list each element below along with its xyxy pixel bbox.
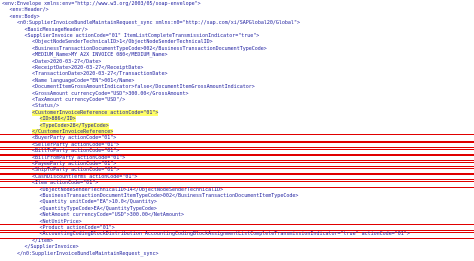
xml-line-text: <QuantityTypeCode>EA</QuantityTypeCode> — [39, 205, 157, 212]
xml-line-text: <env:Body> — [9, 13, 40, 20]
xml-line-text: <BuyerParty actionCode="01"> — [32, 135, 117, 142]
xml-viewer: <env:Envelope xmlns:env="http://www.w3.o… — [0, 0, 474, 261]
xml-line-text: <ObjectNodeSenderTechnicalID>1</ObjectNo… — [32, 39, 213, 46]
xml-line-text: <PayeeParty actionCode="01"> — [32, 161, 117, 167]
xml-line-text: <env:Envelope xmlns:env="http://www.w3.o… — [2, 1, 201, 7]
xml-line-text: </CustomerInvoiceReference> — [32, 129, 114, 135]
xml-line-text: <NetAmount currencyCode="USD">300.00</Ne… — [39, 212, 185, 219]
xml-line-text: <Date>2020-03-27</Date> — [32, 58, 102, 65]
xml-line-text: </SupplierInvoice> — [24, 244, 79, 251]
xml-line-text: <ReceiptDate>2020-03-27</ReceiptDate> — [32, 65, 144, 71]
xml-line-text: <TypeCode>28</TypeCode> — [39, 122, 109, 129]
xml-line-text: <env:Header/> — [9, 7, 49, 14]
xml-line-text: <AccountingCodingBlockDistribution Accou… — [39, 231, 410, 238]
xml-line-text: <TaxAmount currencyCode="USD"/> — [32, 97, 126, 103]
xml-line-text: <SupplierInvoice actionCode="01" ItemLis… — [24, 33, 260, 39]
xml-line-text: <n0:SupplierInvoiceBundleMaintainRequest… — [17, 20, 300, 27]
xml-line-text: <MEDIUM_Name>MY A2X INVOICE 080</MEDIUM_… — [32, 52, 168, 59]
xml-line-text: <BusinessTransactionDocumentTypeCode>002… — [32, 45, 267, 52]
xml-line-text: <ID>886</ID> — [39, 116, 76, 123]
xml-line-text: <BillFromParty actionCode="01"> — [32, 154, 126, 161]
xml-line-text: <BillToParty actionCode="01"> — [32, 148, 120, 155]
xml-line-text: <Name languageCode="EN">001</Name> — [32, 77, 135, 84]
xml-line-text: <Status/> — [32, 103, 60, 110]
xml-line: </n0:SupplierInvoiceBundleMaintainReques… — [0, 251, 474, 258]
xml-line-text: <TransactionDate>2020-03-27</Transaction… — [32, 71, 168, 78]
xml-line-text: </n0:SupplierInvoiceBundleMaintainReques… — [17, 250, 159, 257]
xml-line-text: <SellerParty actionCode="01"> — [32, 141, 120, 148]
xml-line-text: <Quantity unitCode="EA">10.0</Quantity> — [39, 199, 157, 206]
xml-line-text: <Item actionCode="01"> — [32, 180, 99, 187]
xml-line-text: <BasicMessageHeader/> — [24, 26, 88, 33]
xml-line-text: <CashDiscountTerms actionCode="01"> — [32, 173, 138, 180]
xml-line-text: <BusinessTransactionDocumentItemTypeCode… — [39, 193, 299, 199]
xml-line-text: <ObjectNodeSenderTechnicalID>14</ObjectN… — [39, 186, 224, 193]
xml-line-text: <Product actionCode="01"> — [39, 225, 115, 231]
xml-line-text: <GrossAmount currencyCode="USD">300.00</… — [32, 90, 189, 97]
xml-line-text: <DocumentItemGrossAmountIndicator>false<… — [32, 84, 255, 91]
xml-line-text: <CustomerInvoiceReference actionCode="01… — [32, 109, 159, 116]
xml-line-text: <NetUnitPrice> — [39, 218, 82, 225]
xml-line-text: <ShipToParty actionCode="01"> — [32, 167, 120, 174]
xml-line-text: </Item> — [32, 237, 54, 244]
